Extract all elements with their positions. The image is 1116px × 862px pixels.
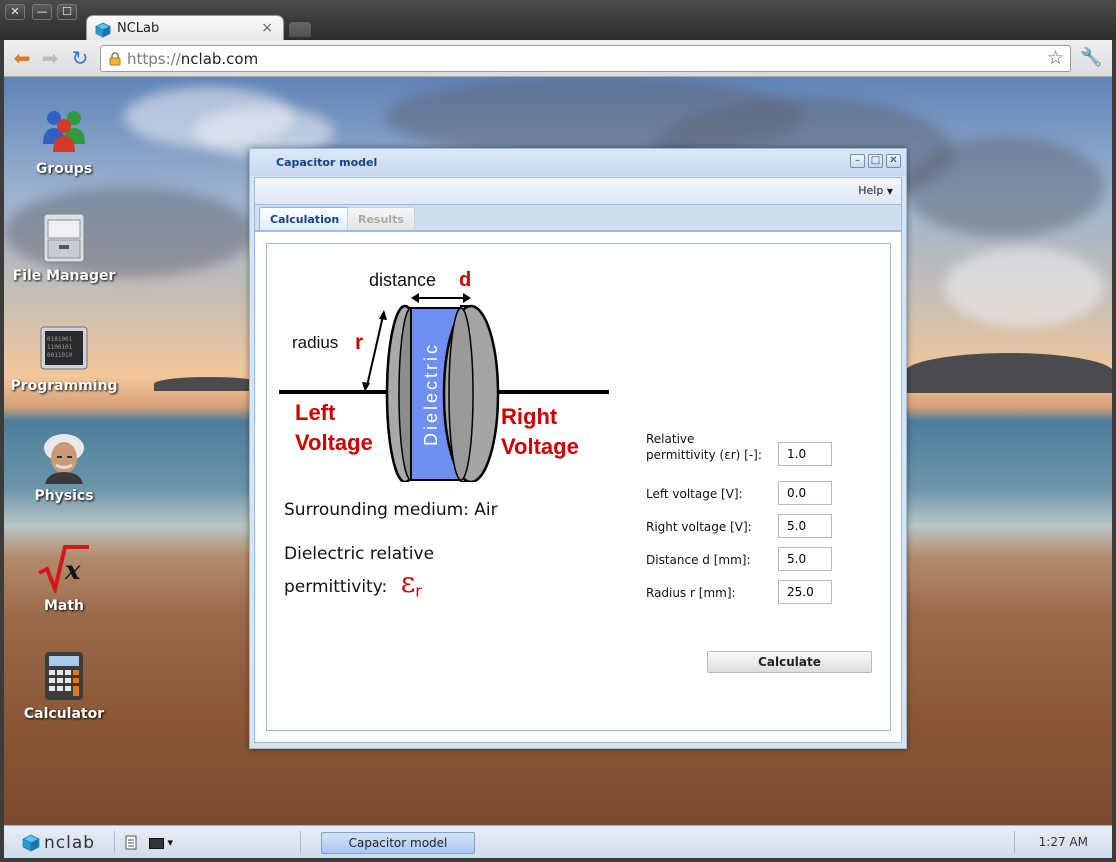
left-voltage-label-line1: Left [295, 400, 336, 425]
nclab-cube-icon [95, 22, 111, 38]
square-root-icon: x [36, 542, 92, 594]
field-label: Left voltage [V]: [646, 487, 743, 501]
desktop-icon-math[interactable]: x Math [4, 542, 124, 614]
distance-arrow-icon [411, 293, 471, 303]
radius-label: radius [292, 333, 338, 352]
distance-label: distance [369, 270, 436, 290]
new-tab-button[interactable] [288, 21, 312, 38]
browser-title-bar: ✕ — ☐ NCLab × [0, 0, 1116, 42]
field-label: Distance d [mm]: [646, 553, 751, 567]
tab-title: NCLab [117, 21, 160, 36]
taskbar: nclab ▾ Capacitor model 1:27 AM [4, 825, 1112, 858]
url-text: https://nclab.com [127, 50, 259, 68]
epsilon-subscript: r [415, 581, 422, 601]
radius-symbol: r [355, 331, 363, 354]
distance-input[interactable] [778, 547, 832, 571]
relative-permittivity-input[interactable] [778, 442, 832, 466]
tab-calculation[interactable]: Calculation [259, 207, 351, 230]
radius-arrow-icon [362, 310, 387, 392]
calculation-panel: Dielectric distance d radius r Left Volt… [254, 231, 902, 743]
reload-icon[interactable]: ↻ [68, 47, 92, 69]
screen-menu-icon[interactable]: ▾ [149, 836, 173, 849]
field-label: permittivity (εr) [-]: [646, 448, 762, 462]
nclab-logo[interactable]: nclab [22, 833, 95, 853]
file-cabinet-icon [36, 212, 92, 264]
dropdown-arrow-icon: ▼ [886, 187, 893, 196]
svg-text:x: x [64, 556, 81, 586]
clock: 1:27 AM [1038, 835, 1088, 849]
svg-text:1100101: 1100101 [47, 344, 73, 351]
calculator-icon [36, 650, 92, 702]
svg-text:0101001: 0101001 [47, 336, 73, 343]
dielectric-label: Dielectric [421, 342, 441, 446]
minimize-icon[interactable]: – [850, 154, 865, 168]
desktop-icon-label: Physics [34, 488, 94, 504]
left-voltage-label-line2: Voltage [295, 430, 373, 455]
maximize-icon[interactable]: □ [868, 154, 883, 168]
desktop-icon-label: Calculator [23, 706, 105, 722]
desktop-icon-label: Groups [35, 161, 93, 177]
window-menubar: Help ▼ [254, 177, 902, 205]
help-menu[interactable]: Help ▼ [858, 184, 893, 197]
tab-close-icon[interactable]: × [261, 20, 273, 36]
svg-text:0011010: 0011010 [47, 352, 73, 359]
browser-toolbar: ⬅ ➡ ↻ https://nclab.com ☆ 🔧 [4, 40, 1112, 77]
field-label: Relative [646, 432, 695, 446]
dielectric-permittivity-line2: permittivity: εr [284, 566, 422, 601]
desktop-icon-groups[interactable]: Groups [4, 105, 124, 177]
capacitor-model-window: Capacitor model – □ ✕ Help ▼ Calculation… [249, 148, 907, 749]
distance-symbol: d [459, 269, 471, 291]
lock-icon [109, 52, 121, 66]
right-voltage-label-line2: Voltage [501, 434, 579, 459]
field-label: Right voltage [V]: [646, 520, 752, 534]
desktop-icon-label: File Manager [12, 268, 116, 284]
nclab-cube-icon [22, 834, 40, 852]
forward-arrow-icon[interactable]: ➡ [38, 47, 62, 69]
epsilon-symbol: ε [400, 566, 416, 599]
binary-monitor-icon: 0101001 1100101 0011010 [36, 322, 92, 374]
window-minimize-button[interactable]: — [32, 4, 52, 20]
right-plate [442, 304, 500, 482]
back-arrow-icon[interactable]: ⬅ [10, 47, 34, 69]
radius-input[interactable] [778, 580, 832, 604]
browser-tab-nclab[interactable]: NCLab × [86, 15, 284, 42]
desktop-icon-file-manager[interactable]: File Manager [4, 212, 124, 284]
desktop-icon-label: Math [43, 598, 85, 614]
desktop-icon-calculator[interactable]: Calculator [4, 650, 124, 722]
tab-results[interactable]: Results [347, 207, 415, 230]
wrench-icon[interactable]: 🔧 [1080, 47, 1102, 68]
field-label: Radius r [mm]: [646, 586, 736, 600]
desktop-icon-label: Programming [10, 378, 118, 394]
dielectric-permittivity-line1: Dielectric relative [284, 544, 435, 564]
window-title: Capacitor model [276, 156, 378, 169]
window-maximize-button[interactable]: ☐ [57, 4, 77, 20]
logo-text: nclab [44, 833, 96, 853]
window-close-button[interactable]: ✕ [5, 4, 25, 20]
right-voltage-label-line1: Right [501, 404, 558, 429]
tab-strip: Calculation Results [254, 205, 902, 231]
capacitor-diagram: Dielectric distance d radius r Left Volt… [279, 269, 609, 482]
einstein-portrait-icon [36, 432, 92, 484]
desktop-icon-physics[interactable]: Physics [4, 432, 124, 504]
taskbar-item-capacitor-model[interactable]: Capacitor model [321, 832, 475, 854]
surrounding-medium-text: Surrounding medium: Air [284, 500, 498, 520]
desktop-icon-programming[interactable]: 0101001 1100101 0011010 Programming [4, 322, 124, 394]
right-voltage-input[interactable] [778, 514, 832, 538]
groups-icon [36, 105, 92, 157]
calculation-form: Dielectric distance d radius r Left Volt… [266, 243, 891, 731]
close-icon[interactable]: ✕ [886, 154, 901, 168]
calculate-button[interactable]: Calculate [707, 651, 872, 673]
window-header[interactable]: Capacitor model – □ ✕ [250, 149, 906, 176]
bookmark-star-icon[interactable]: ☆ [1047, 47, 1064, 69]
document-icon[interactable] [125, 835, 137, 850]
address-bar[interactable]: https://nclab.com ☆ [100, 45, 1071, 72]
left-voltage-input[interactable] [778, 481, 832, 505]
